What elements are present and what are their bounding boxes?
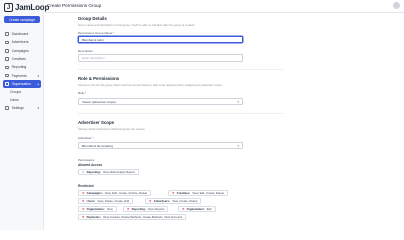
sidebar-item-campaigns[interactable]: Campaigns xyxy=(3,47,41,55)
chart-icon xyxy=(5,65,9,70)
sidebar: J JamLoop Create campaign Dashboard Adve… xyxy=(0,0,49,230)
close-icon: ✕ xyxy=(182,207,185,211)
sidebar-item-label: Settings xyxy=(11,106,24,111)
restricted-chip: ✕ Organization: View xyxy=(78,206,117,212)
group-details-desc: Give a name and description to this grou… xyxy=(78,23,195,27)
chip-detail: View, Create, Delete xyxy=(172,199,198,203)
close-icon: ✕ xyxy=(82,199,85,203)
sidebar-item-advertisers[interactable]: Advertisers xyxy=(3,38,41,46)
chevron-down-icon: ▾ xyxy=(37,73,39,78)
section-divider xyxy=(78,113,283,114)
sidebar-item-label: Organization xyxy=(11,81,31,86)
close-icon: ✕ xyxy=(172,191,175,195)
close-icon: ✕ xyxy=(82,215,85,219)
logo-mark-icon: J xyxy=(4,3,13,12)
avatar[interactable] xyxy=(393,2,400,9)
group-name-input[interactable]: Blumhanni Admi xyxy=(78,36,243,43)
advertiser-scope-desc: Choose which advertiser's data this grou… xyxy=(78,127,146,131)
role-select-value: Viewer (advertiser scope) xyxy=(82,99,116,104)
advertiser-select[interactable]: Blumhanni Remodeling ▾ xyxy=(78,142,243,149)
create-campaign-button[interactable]: Create campaign xyxy=(4,16,40,23)
role-select[interactable]: Viewer (advertiser scope) ▾ xyxy=(78,98,243,105)
restricted-chip: ✕ Campaigns: View, Edit, Create, Archive… xyxy=(78,190,152,196)
building-icon xyxy=(5,82,9,86)
chip-name: Creatives: xyxy=(176,191,191,195)
role-permissions-desc: Choose a role for this group. Each role … xyxy=(78,83,223,87)
sidebar-item-reporting[interactable]: Reporting xyxy=(3,63,41,71)
sidebar-item-label: Reporting xyxy=(11,65,27,70)
chip-detail: View xyxy=(106,207,113,211)
description-input[interactable]: Enter description xyxy=(78,54,243,62)
section-divider xyxy=(78,69,283,70)
restricted-chip: ✕ Reporting: View Reports xyxy=(123,206,169,212)
chip-detail: View, Delete, Create, Edit xyxy=(97,199,130,203)
sidebar-item-payments[interactable]: Payments ▾ xyxy=(3,71,41,79)
chip-detail: View Reports xyxy=(147,207,165,211)
main-area: Create Permissions Group Group Details G… xyxy=(45,0,404,230)
chip-detail: View, Edit, Create, Delete xyxy=(192,191,225,195)
advertiser-select-value: Blumhanni Remodeling xyxy=(82,143,114,148)
group-name-label: Permissions Group Name * xyxy=(78,31,115,35)
close-icon: ✕ xyxy=(149,199,152,203)
gear-icon xyxy=(5,106,9,111)
sidebar-nav: Dashboard Advertisers Campaigns Creative… xyxy=(3,30,41,112)
chip-name: Users: xyxy=(86,199,96,203)
chevron-down-icon: ▾ xyxy=(37,106,39,111)
chip-detail: View Draft Analyst Report xyxy=(102,170,135,174)
check-icon: ✓ xyxy=(82,170,85,174)
allowed-chip: ✓ Reporting: View Draft Analyst Report xyxy=(78,169,139,175)
image-icon xyxy=(5,57,9,61)
chip-detail: View Invoices, Delete Methods, Create Me… xyxy=(102,215,183,219)
restricted-chip: ✕ Payments: View Invoices, Delete Method… xyxy=(78,214,187,220)
restricted-chip: ✕ Users: View, Delete, Create, Edit xyxy=(78,198,134,204)
chevron-up-icon: ▴ xyxy=(37,81,39,86)
card-icon xyxy=(5,73,9,78)
page-title: Create Permissions Group xyxy=(47,3,102,8)
restricted-chip: ✕ Advertisers: View, Create, Delete xyxy=(145,198,202,204)
chip-detail: Edit xyxy=(206,207,212,211)
group-details-title: Group Details xyxy=(78,16,107,21)
close-icon: ✕ xyxy=(82,191,85,195)
chevron-down-icon: ▾ xyxy=(237,143,239,148)
role-label: Role * xyxy=(78,91,87,95)
chip-name: Reporting: xyxy=(131,207,146,211)
allowed-access-title: Allowed Access xyxy=(78,163,103,167)
chevron-down-icon: ▾ xyxy=(237,99,239,104)
sidebar-subitem-users[interactable]: Users xyxy=(3,96,41,104)
briefcase-icon xyxy=(5,40,9,45)
close-icon: ✕ xyxy=(127,207,130,211)
home-icon xyxy=(5,32,9,36)
chip-detail: View, Edit, Create, Archive, Delete xyxy=(104,191,148,195)
sidebar-item-label: Creatives xyxy=(11,57,26,62)
sidebar-item-settings[interactable]: Settings ▾ xyxy=(3,104,41,112)
chip-name: Organization: xyxy=(86,207,105,211)
sidebar-item-creatives[interactable]: Creatives xyxy=(3,55,41,63)
close-icon: ✕ xyxy=(82,207,85,211)
sidebar-item-label: Dashboard xyxy=(11,32,29,37)
chip-name: Campaigns: xyxy=(86,191,103,195)
restricted-chip: ✕ Creatives: View, Edit, Create, Delete xyxy=(168,190,229,196)
app-logo[interactable]: J JamLoop xyxy=(4,3,49,12)
sidebar-item-dashboard[interactable]: Dashboard xyxy=(3,30,41,38)
permissions-label: Permissions xyxy=(78,158,95,162)
description-label: Description xyxy=(78,49,94,53)
advertiser-scope-title: Advertiser Scope xyxy=(78,120,115,125)
sidebar-subitem-groups[interactable]: Groups xyxy=(3,88,41,96)
sidebar-item-label: Payments xyxy=(11,73,27,78)
header-divider xyxy=(45,12,404,13)
sidebar-item-organization[interactable]: Organization ▴ xyxy=(3,79,41,89)
chip-name: Advertisers: xyxy=(153,199,170,203)
restricted-chip: ✕ Organization: Edit xyxy=(178,206,216,212)
advertiser-label: Advertiser * xyxy=(78,136,94,140)
chip-name: Organization: xyxy=(186,207,205,211)
chip-name: Payments: xyxy=(86,215,101,219)
role-permissions-title: Role & Permissions xyxy=(78,76,120,81)
sidebar-item-label: Advertisers xyxy=(11,40,29,45)
chip-name: Reporting: xyxy=(86,170,101,174)
restricted-title: Restricted xyxy=(78,184,94,188)
sidebar-item-label: Campaigns xyxy=(11,48,29,53)
megaphone-icon xyxy=(5,48,9,53)
